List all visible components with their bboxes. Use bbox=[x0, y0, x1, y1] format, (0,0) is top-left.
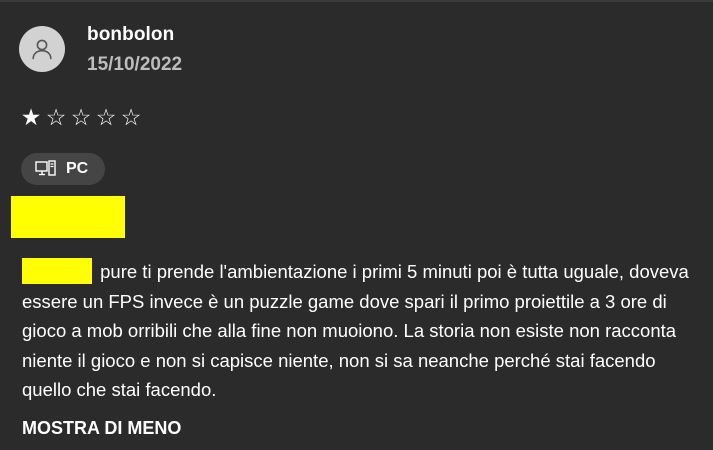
pc-monitor-icon bbox=[35, 160, 56, 176]
review-text: pure ti prende l'ambientazione i primi 5… bbox=[22, 257, 702, 405]
platform-label: PC bbox=[66, 160, 89, 177]
review-card: bonbolon 15/10/2022 ★ ☆ ☆ ☆ ☆ PC pure ti… bbox=[0, 0, 713, 450]
user-icon bbox=[32, 39, 52, 60]
star-rating: ★ ☆ ☆ ☆ ☆ bbox=[19, 104, 143, 132]
review-body-text: pure ti prende l'ambientazione i primi 5… bbox=[22, 261, 689, 400]
redacted-word bbox=[22, 258, 92, 284]
author-name: bonbolon bbox=[87, 24, 175, 45]
review-date: 15/10/2022 bbox=[87, 54, 183, 75]
platform-chip: PC bbox=[21, 153, 105, 185]
avatar bbox=[19, 26, 65, 72]
redacted-review-title bbox=[11, 196, 125, 238]
star-icon-1: ★ bbox=[20, 105, 42, 131]
star-icon-4: ☆ bbox=[95, 105, 117, 131]
show-less-button[interactable]: MOSTRA DI MENO bbox=[22, 418, 181, 439]
star-icon-5: ☆ bbox=[120, 105, 142, 131]
star-icon-2: ☆ bbox=[45, 105, 67, 131]
star-icon-3: ☆ bbox=[70, 105, 92, 131]
